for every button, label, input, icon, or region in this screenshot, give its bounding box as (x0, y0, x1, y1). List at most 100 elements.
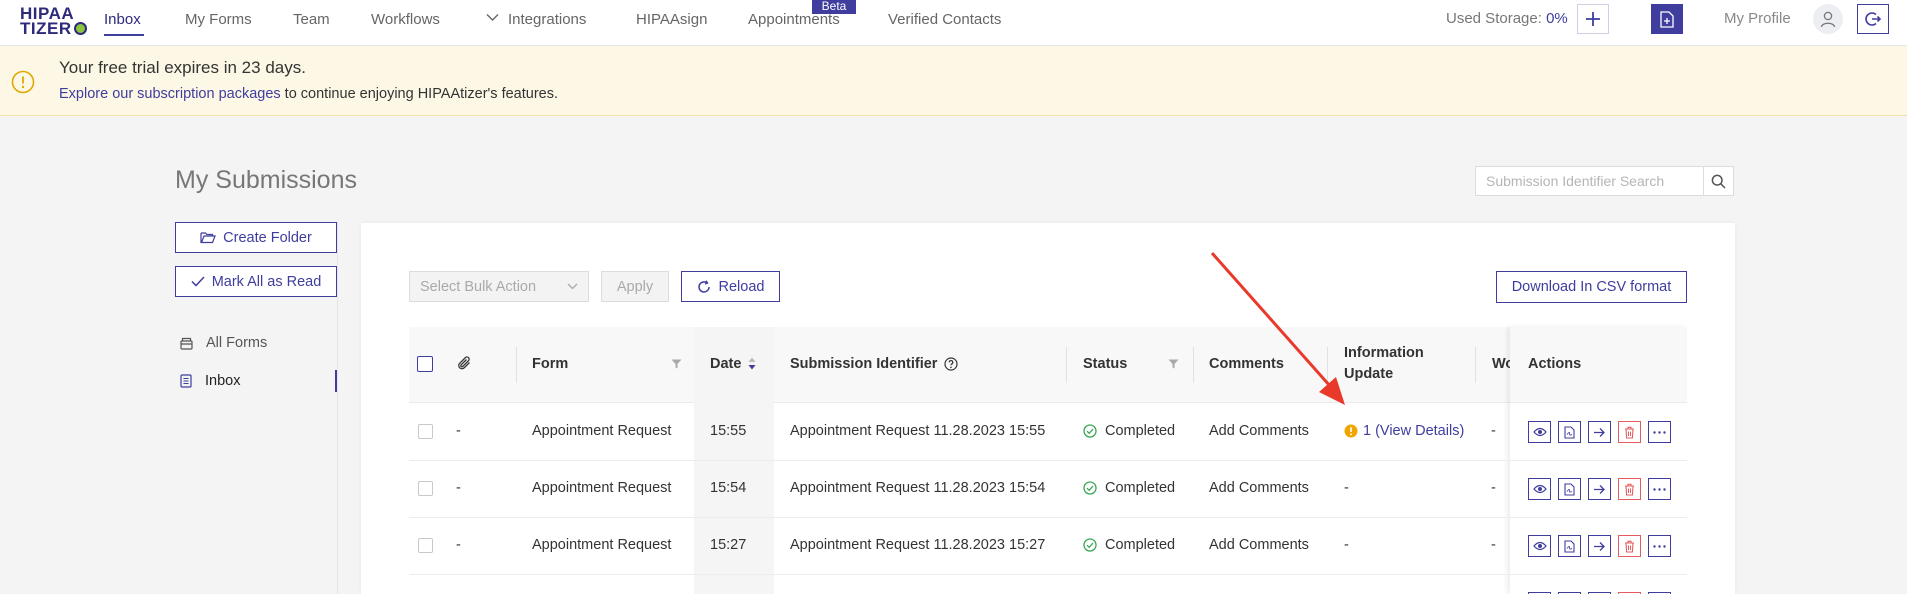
column-header-information-update: Information Update (1344, 345, 1424, 382)
inbox-icon (180, 374, 192, 388)
logo-line-2: TIZER (20, 19, 72, 38)
check-circle-icon (1083, 424, 1097, 438)
pdf-button[interactable] (1558, 535, 1581, 557)
form-cell: Appointment Request (532, 480, 672, 496)
delete-button[interactable] (1618, 421, 1641, 443)
new-document-button[interactable] (1651, 4, 1683, 34)
column-separator (1066, 347, 1067, 383)
view-details-link[interactable]: 1 (View Details) (1363, 423, 1464, 439)
more-button[interactable] (1648, 535, 1671, 557)
subscription-message: Explore our subscription packages to con… (59, 86, 558, 102)
apply-button[interactable]: Apply (601, 271, 669, 302)
forward-button[interactable] (1588, 421, 1611, 443)
forward-icon (1593, 427, 1606, 438)
status-label: Completed (1105, 480, 1176, 496)
sidebar-item-inbox[interactable]: Inbox (180, 369, 240, 393)
create-folder-button[interactable]: Create Folder (175, 222, 337, 253)
more-button[interactable] (1648, 421, 1671, 443)
nav-team[interactable]: Team (293, 0, 330, 46)
workflow-cell: - (1491, 480, 1496, 496)
document-plus-icon (1660, 10, 1674, 28)
subscription-packages-link[interactable]: Explore our subscription packages (59, 86, 281, 102)
add-comments-link[interactable]: Add Comments (1209, 423, 1309, 439)
identifier-cell[interactable]: Appointment Request 11.28.2023 15:54 (790, 480, 1045, 496)
filter-icon[interactable] (671, 359, 682, 369)
form-cell: Appointment Request (532, 537, 672, 553)
chevron-down-icon (486, 13, 499, 22)
identifier-cell[interactable]: Appointment Request 11.28.2023 15:27 (790, 537, 1045, 553)
mark-all-read-button[interactable]: Mark All as Read (175, 266, 337, 297)
paperclip-icon[interactable] (457, 355, 472, 371)
nav-my-forms[interactable]: My Forms (185, 0, 252, 46)
more-button[interactable] (1648, 478, 1671, 500)
forward-button[interactable] (1588, 535, 1611, 557)
add-button[interactable] (1577, 4, 1609, 34)
eye-icon (1532, 484, 1547, 494)
row-checkbox[interactable] (418, 481, 433, 496)
sidebar-item-all-forms[interactable]: All Forms (180, 331, 267, 355)
more-icon (1653, 487, 1666, 491)
hipaatizer-logo[interactable]: HIPAA TIZER (20, 4, 90, 38)
user-icon (1820, 11, 1836, 28)
submission-search-input[interactable] (1475, 166, 1703, 196)
nav-workflows[interactable]: Workflows (371, 0, 440, 46)
logo-dot-icon (74, 22, 87, 35)
storage-label: Used Storage: (1446, 10, 1542, 27)
status-label: Completed (1105, 423, 1176, 439)
attachment-cell: - (456, 480, 461, 496)
forward-icon (1593, 541, 1606, 552)
download-csv-button[interactable]: Download In CSV format (1496, 271, 1687, 303)
status-cell: Completed (1083, 423, 1175, 439)
workflow-cell: - (1491, 423, 1496, 439)
view-button[interactable] (1528, 421, 1551, 443)
view-button[interactable] (1528, 478, 1551, 500)
workflow-cell: - (1491, 537, 1496, 553)
check-icon (191, 276, 205, 287)
my-profile-link[interactable]: My Profile (1724, 0, 1791, 38)
add-comments-link[interactable]: Add Comments (1209, 537, 1309, 553)
chevron-down-icon (567, 283, 578, 290)
archive-icon (180, 337, 193, 350)
date-cell: 15:54 (710, 480, 747, 496)
row-divider (409, 574, 1687, 575)
bulk-action-value: Select Bulk Action (420, 278, 537, 295)
nav-inbox[interactable]: Inbox (104, 0, 141, 46)
select-all-checkbox[interactable] (417, 356, 433, 372)
row-checkbox[interactable] (418, 538, 433, 553)
reload-button[interactable]: Reload (681, 271, 780, 302)
row-checkbox[interactable] (418, 424, 433, 439)
row-divider (409, 460, 1687, 461)
attachment-cell: - (456, 537, 461, 553)
add-comments-link[interactable]: Add Comments (1209, 480, 1309, 496)
eye-icon (1532, 541, 1547, 551)
pdf-button[interactable] (1558, 421, 1581, 443)
bulk-action-select[interactable]: Select Bulk Action (409, 271, 589, 302)
help-circle-icon[interactable] (944, 357, 958, 371)
date-cell: 15:55 (710, 423, 747, 439)
avatar[interactable] (1813, 4, 1843, 34)
identifier-cell[interactable]: Appointment Request 11.28.2023 15:55 (790, 423, 1045, 439)
column-separator (1327, 347, 1328, 383)
more-icon (1653, 544, 1666, 548)
column-header-comments: Comments (1209, 356, 1284, 372)
top-navigation: HIPAA TIZER Inbox My Forms Team Workflow… (0, 0, 1907, 46)
sort-icon[interactable] (748, 357, 756, 370)
forward-icon (1593, 484, 1606, 495)
nav-hipaasign[interactable]: HIPAAsign (636, 0, 707, 46)
forward-button[interactable] (1588, 478, 1611, 500)
logout-button[interactable] (1857, 4, 1889, 34)
filter-icon[interactable] (1168, 359, 1179, 369)
search-button[interactable] (1703, 166, 1734, 196)
delete-button[interactable] (1618, 535, 1641, 557)
folder-open-icon (200, 231, 217, 244)
delete-button[interactable] (1618, 478, 1641, 500)
nav-active-indicator (104, 34, 144, 36)
pdf-icon (1564, 482, 1575, 496)
logout-icon (1865, 11, 1881, 27)
nav-integrations[interactable]: Integrations (508, 0, 586, 46)
trial-banner: Your free trial expires in 23 days. Expl… (0, 46, 1907, 116)
nav-verified-contacts[interactable]: Verified Contacts (888, 0, 1001, 46)
column-header-date[interactable]: Date (710, 356, 741, 372)
pdf-button[interactable] (1558, 478, 1581, 500)
view-button[interactable] (1528, 535, 1551, 557)
